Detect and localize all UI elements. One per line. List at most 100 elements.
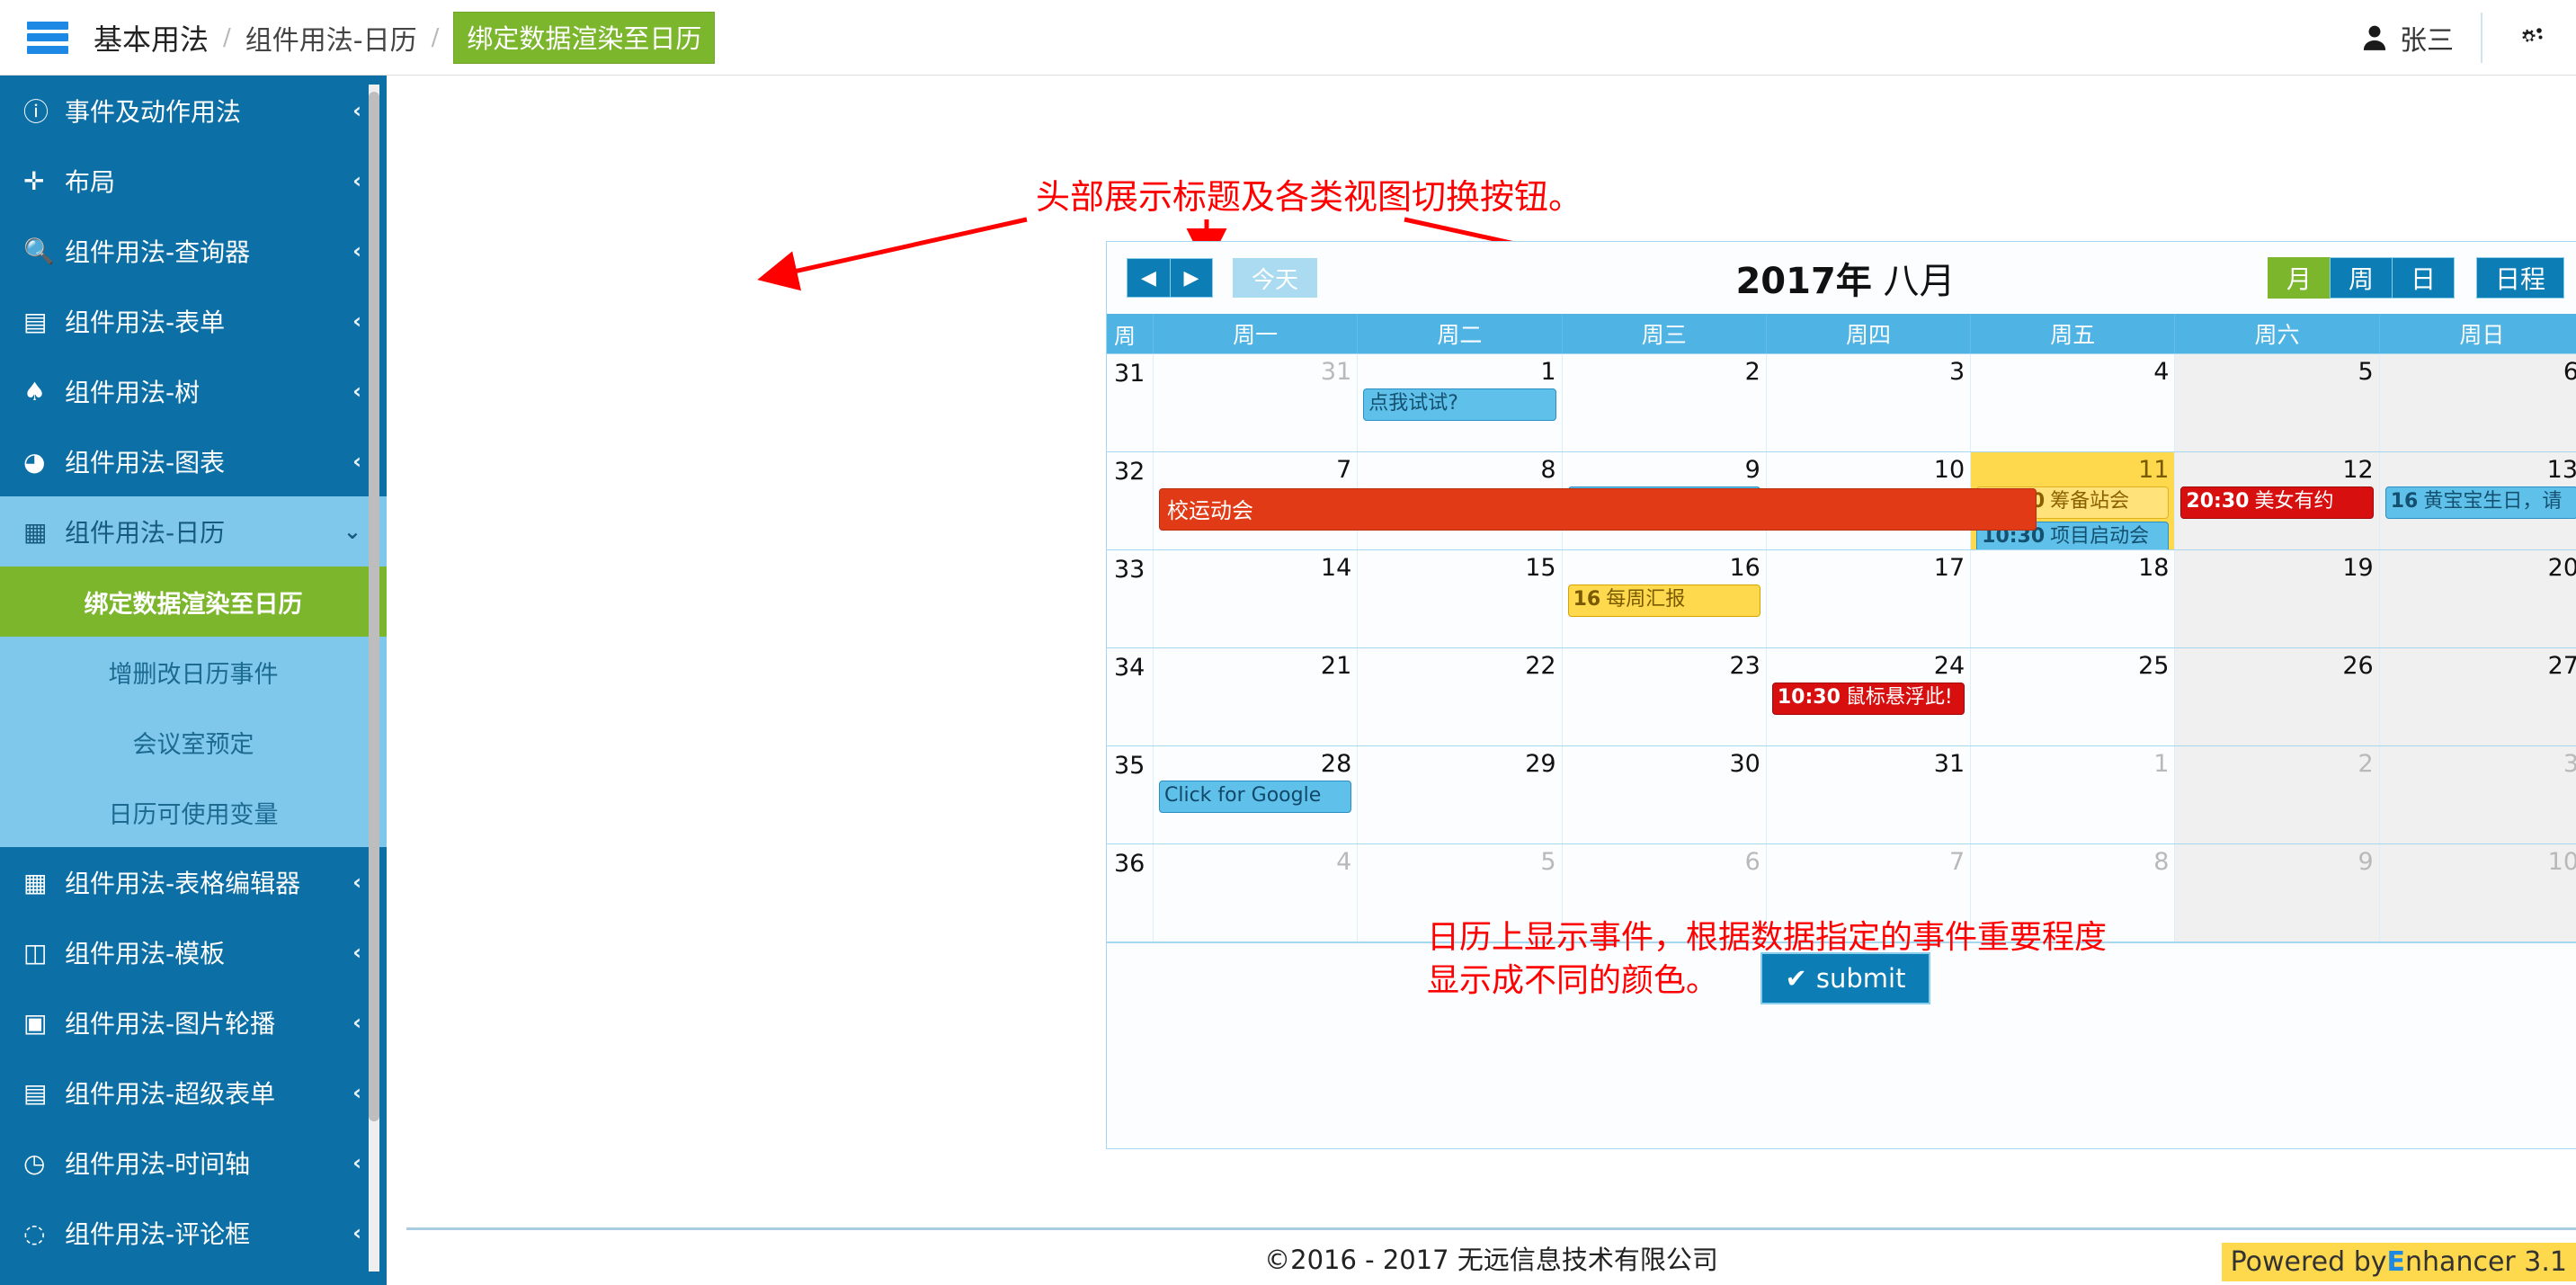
view-button-1[interactable]: 周 <box>2330 257 2392 299</box>
prev-month-button[interactable]: ◀ <box>1127 258 1170 298</box>
sidebar-item-7[interactable]: ▦组件用法-表格编辑器‹ <box>0 847 387 917</box>
event-title: 点我试试? <box>1368 392 1458 415</box>
hamburger-icon[interactable] <box>27 22 68 54</box>
sidebar-item-9[interactable]: ▣组件用法-图片轮播‹ <box>0 987 387 1057</box>
calendar-day-cell[interactable]: 18 <box>1971 550 2175 647</box>
hamburger-bar <box>27 33 68 41</box>
sidebar-item-label: 组件用法-查询器 <box>65 233 352 269</box>
sidebar-subitem-0[interactable]: 绑定数据渲染至日历 <box>0 567 387 637</box>
hamburger-bar <box>27 46 68 54</box>
event-time: 10:30 <box>1778 686 1841 709</box>
calendar-day-cell[interactable]: 6 <box>2380 354 2576 451</box>
day-number: 4 <box>1159 848 1351 876</box>
calendar-day-cell[interactable]: 1点我试试? <box>1358 354 1562 451</box>
calendar-event[interactable]: Click for Google <box>1159 781 1351 813</box>
day-number: 18 <box>1976 554 2169 582</box>
calendar-day-cell[interactable]: 10 <box>2380 844 2576 941</box>
next-month-button[interactable]: ▶ <box>1170 258 1213 298</box>
calendar-day-cell[interactable]: 1616每周汇报 <box>1563 550 1767 647</box>
sidebar-item-label: 组件用法-树 <box>65 373 352 409</box>
user-menu[interactable]: 张三 <box>2362 0 2481 75</box>
calendar-day-cell[interactable]: 14 <box>1154 550 1358 647</box>
calendar-day-cell[interactable]: 23 <box>1563 648 1767 745</box>
calendar-event-multiday[interactable]: 校运动会 <box>1159 488 2037 531</box>
sidebar-item-0[interactable]: ⓘ事件及动作用法‹ <box>0 76 387 146</box>
sidebar-item-label: 组件用法-评论框 <box>65 1215 352 1251</box>
chevron-left-icon: ‹ <box>352 940 361 965</box>
user-icon <box>2362 24 2387 51</box>
calendar-day-cell[interactable]: 30 <box>1563 746 1767 843</box>
calendar-day-cell[interactable]: 2410:30鼠标悬浮此! <box>1767 648 1971 745</box>
sidebar-item-4[interactable]: ♠组件用法-树‹ <box>0 356 387 426</box>
sidebar-item-8[interactable]: ◫组件用法-模板‹ <box>0 917 387 987</box>
sidebar-subitem-2[interactable]: 会议室预定 <box>0 707 387 777</box>
day-number: 22 <box>1363 652 1555 680</box>
agenda-view-button[interactable]: 日程 <box>2476 257 2564 299</box>
breadcrumb-middle[interactable]: 组件用法-日历 <box>245 18 417 58</box>
day-header-0: 周 <box>1107 314 1154 353</box>
event-title: 筹备站会 <box>2050 490 2129 513</box>
calendar-day-cell[interactable]: 26 <box>2175 648 2379 745</box>
chevron-left-icon: ‹ <box>352 1010 361 1035</box>
calendar-day-cell[interactable]: 21 <box>1154 648 1358 745</box>
calendar-event[interactable]: 16黄宝宝生日，请 <box>2385 486 2576 519</box>
calendar-day-cell[interactable]: 4 <box>1154 844 1358 941</box>
calendar-day-cell[interactable]: 2 <box>2175 746 2379 843</box>
calendar-day-cell[interactable]: 1 <box>1971 746 2175 843</box>
sidebar-item-11[interactable]: ◷组件用法-时间轴‹ <box>0 1128 387 1198</box>
calendar-event[interactable]: 16每周汇报 <box>1568 584 1760 617</box>
calendar-day-cell[interactable]: 29 <box>1358 746 1562 843</box>
breadcrumb-root[interactable]: 基本用法 <box>94 17 209 58</box>
sidebar-item-3[interactable]: ▤组件用法-表单‹ <box>0 286 387 356</box>
calendar-day-cell[interactable]: 17 <box>1767 550 1971 647</box>
calendar-day-cell[interactable]: 15 <box>1358 550 1562 647</box>
calendar-day-cell[interactable]: 20 <box>2380 550 2576 647</box>
today-button[interactable]: 今天 <box>1233 258 1317 298</box>
day-number: 6 <box>1568 848 1760 876</box>
calendar-day-cell[interactable]: 22 <box>1358 648 1562 745</box>
day-number: 7 <box>1159 456 1351 484</box>
calendar-day-headers: 周周一周二周三周四周五周六周日 <box>1107 314 2576 353</box>
calendar-day-cell[interactable]: 28Click for Google <box>1154 746 1358 843</box>
view-button-0[interactable]: 月 <box>2268 257 2330 299</box>
sidebar-item-10[interactable]: ▤组件用法-超级表单‹ <box>0 1057 387 1128</box>
sidebar-item-6[interactable]: ▦组件用法-日历⌄ <box>0 496 387 567</box>
sidebar-subitem-3[interactable]: 日历可使用变量 <box>0 777 387 847</box>
sidebar-item-5[interactable]: ◕组件用法-图表‹ <box>0 426 387 496</box>
sidebar-subitem-1[interactable]: 增删改日历事件 <box>0 637 387 707</box>
sidebar-item-2[interactable]: 🔍组件用法-查询器‹ <box>0 216 387 286</box>
sidebar-item-1[interactable]: ✛布局‹ <box>0 146 387 216</box>
day-number: 3 <box>2385 750 2576 778</box>
sidebar-item-12[interactable]: ◌组件用法-评论框‹ <box>0 1198 387 1268</box>
calendar-day-cell[interactable]: 27 <box>2380 648 2576 745</box>
gears-icon[interactable] <box>2482 22 2576 53</box>
event-title: 鼠标悬浮此! <box>1846 686 1953 709</box>
view-button-2[interactable]: 日 <box>2392 257 2455 299</box>
calendar-event[interactable]: 10:30鼠标悬浮此! <box>1772 683 1965 715</box>
chevron-left-icon: ‹ <box>352 1220 361 1245</box>
sidebar-item-label: 组件用法-超级表单 <box>65 1075 352 1111</box>
day-number: 2 <box>2180 750 2373 778</box>
calendar-day-cell[interactable]: 5 <box>2175 354 2379 451</box>
chevron-left-icon: ‹ <box>352 1080 361 1105</box>
day-header-1: 周一 <box>1154 314 1358 353</box>
calendar-day-cell[interactable]: 3 <box>1767 354 1971 451</box>
calendar-day-cell[interactable]: 31 <box>1154 354 1358 451</box>
calendar-day-cell[interactable]: 3 <box>2380 746 2576 843</box>
day-number: 2 <box>1568 358 1760 386</box>
calendar-day-cell[interactable]: 31 <box>1767 746 1971 843</box>
calendar-event[interactable]: 点我试试? <box>1363 388 1555 421</box>
calendar-day-cell[interactable]: 25 <box>1971 648 2175 745</box>
calendar-day-cell[interactable]: 4 <box>1971 354 2175 451</box>
calendar-day-cell[interactable]: 1220:30美女有约 <box>2175 452 2379 549</box>
day-number: 14 <box>1159 554 1351 582</box>
calendar-event[interactable]: 20:30美女有约 <box>2180 486 2373 519</box>
calendar-day-cell[interactable]: 19 <box>2175 550 2379 647</box>
calendar-day-cell[interactable]: 9 <box>2175 844 2379 941</box>
calendar-day-cell[interactable]: 2 <box>1563 354 1767 451</box>
calendar-day-cell[interactable]: 1316黄宝宝生日，请 <box>2380 452 2576 549</box>
sidebar-scrollbar-thumb[interactable] <box>369 92 379 1121</box>
day-number: 9 <box>2180 848 2373 876</box>
nav-button-group: ◀ ▶ <box>1127 258 1213 298</box>
comment-icon: ◌ <box>23 1218 65 1248</box>
